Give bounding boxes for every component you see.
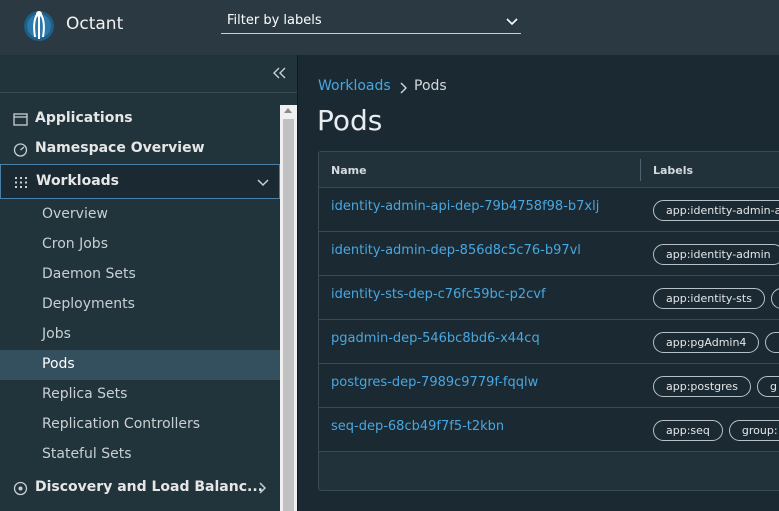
chevron-down-icon — [257, 179, 269, 187]
pod-name-link[interactable]: identity-admin-api-dep-79b4758f98-b7xlj — [331, 199, 599, 214]
app-title: Octant — [66, 14, 124, 34]
label-chips: app:seq group: — [653, 420, 779, 441]
label-chip[interactable]: app:identity-admin — [653, 244, 779, 265]
window-icon — [13, 113, 28, 126]
table-row: pgadmin-dep-546bc8bd6-x44cq app:pgAdmin4 — [319, 320, 779, 364]
table-row: seq-dep-68cb49f7f5-t2kbn app:seq group: — [319, 408, 779, 452]
breadcrumb-workloads-link[interactable]: Workloads — [318, 78, 391, 94]
sidebar-item-label: Workloads — [36, 173, 119, 189]
label-chips: app:postgres g — [653, 376, 779, 397]
grid-icon — [15, 177, 27, 188]
column-header-name[interactable]: Name — [331, 164, 367, 177]
octant-logo-icon[interactable] — [22, 7, 56, 45]
sidebar-item-discovery[interactable]: Discovery and Load Balanc... — [0, 473, 280, 503]
sidebar-subitem-jobs[interactable]: Jobs — [0, 320, 280, 350]
sidebar-subitem-label: Replication Controllers — [42, 416, 201, 432]
sidebar-divider — [0, 92, 297, 93]
pod-name-link[interactable]: seq-dep-68cb49f7f5-t2kbn — [331, 419, 504, 434]
sidebar-item-label: Applications — [35, 110, 133, 126]
sidebar-subitem-cron-jobs[interactable]: Cron Jobs — [0, 230, 280, 260]
label-chips: app:pgAdmin4 — [653, 332, 779, 353]
network-icon — [13, 481, 28, 496]
sidebar-item-workloads[interactable]: Workloads — [0, 164, 280, 199]
sidebar-subitem-deployments[interactable]: Deployments — [0, 290, 280, 320]
table-row: identity-admin-api-dep-79b4758f98-b7xlj a… — [319, 188, 779, 232]
sidebar-subitem-label: Cron Jobs — [42, 236, 108, 252]
sidebar-subitem-label: Jobs — [42, 326, 71, 342]
sidebar-item-namespace-overview[interactable]: Namespace Overview — [0, 134, 280, 164]
dashboard-icon — [13, 143, 28, 157]
sidebar-subitem-replication-controllers[interactable]: Replication Controllers — [0, 410, 280, 440]
chevron-right-icon — [259, 482, 267, 494]
pod-name-link[interactable]: identity-sts-dep-c76fc59bc-p2cvf — [331, 287, 546, 302]
page-title: Pods — [317, 104, 383, 137]
table-row: identity-admin-dep-856d8c5c76-b97vl app:i… — [319, 232, 779, 276]
table-row: identity-sts-dep-c76fc59bc-p2cvf app:iden… — [319, 276, 779, 320]
scroll-up-arrow-icon[interactable] — [284, 108, 292, 113]
sidebar-subitem-overview[interactable]: Overview — [0, 200, 280, 230]
label-chip[interactable]: group: — [728, 420, 779, 441]
label-chip[interactable] — [770, 288, 779, 309]
label-chip[interactable]: g — [756, 376, 779, 397]
label-chip[interactable] — [765, 332, 779, 353]
label-chip[interactable]: app:identity-admin-a — [653, 200, 779, 221]
label-filter-dropdown[interactable]: Filter by labels — [221, 11, 521, 34]
label-chips: app:identity-sts — [653, 288, 779, 309]
sidebar-item-label: Namespace Overview — [35, 140, 205, 156]
pod-name-link[interactable]: identity-admin-dep-856d8c5c76-b97vl — [331, 243, 581, 258]
scrollbar-thumb[interactable] — [283, 119, 294, 511]
table-footer — [319, 452, 779, 490]
sidebar-item-label: Discovery and Load Balanc... — [35, 479, 263, 495]
table-header: Name Labels — [319, 152, 779, 188]
sidebar-subitem-replica-sets[interactable]: Replica Sets — [0, 380, 280, 410]
collapse-sidebar-icon[interactable] — [271, 66, 287, 80]
pod-name-link[interactable]: postgres-dep-7989c9779f-fqqlw — [331, 375, 538, 390]
pod-name-link[interactable]: pgadmin-dep-546bc8bd6-x44cq — [331, 331, 540, 346]
pods-table: Name Labels identity-admin-api-dep-79b47… — [318, 151, 779, 491]
breadcrumb-current: Pods — [414, 78, 447, 94]
sidebar-item-applications[interactable]: Applications — [0, 104, 280, 134]
column-header-labels[interactable]: Labels — [653, 164, 693, 177]
top-header: Octant Filter by labels — [0, 0, 779, 55]
sidebar-subitem-label: Pods — [42, 356, 75, 372]
label-chip[interactable]: app:postgres — [653, 376, 751, 397]
sidebar-subitem-label: Deployments — [42, 296, 135, 312]
label-chip[interactable]: app:identity-sts — [653, 288, 765, 309]
sidebar-subitem-label: Replica Sets — [42, 386, 128, 402]
sidebar: Applications Namespace Overview Workload… — [0, 55, 298, 511]
label-chips: app:identity-admin — [653, 244, 779, 265]
label-chips: app:identity-admin-a — [653, 200, 779, 221]
sidebar-subitem-label: Overview — [42, 206, 108, 222]
sidebar-subitem-stateful-sets[interactable]: Stateful Sets — [0, 440, 280, 470]
sidebar-subitem-label: Daemon Sets — [42, 266, 136, 282]
label-chip[interactable]: app:pgAdmin4 — [653, 332, 760, 353]
sidebar-scrollbar[interactable] — [280, 105, 297, 511]
chevron-down-icon — [506, 18, 518, 26]
table-row: postgres-dep-7989c9779f-fqqlw app:postgre… — [319, 364, 779, 408]
label-filter-text: Filter by labels — [227, 13, 322, 28]
chevron-right-icon — [400, 82, 407, 94]
breadcrumb: Workloads Pods — [318, 78, 447, 94]
sidebar-subitem-pods[interactable]: Pods — [0, 350, 280, 380]
column-divider — [640, 159, 641, 181]
sidebar-subitem-label: Stateful Sets — [42, 446, 132, 462]
sidebar-subitem-daemon-sets[interactable]: Daemon Sets — [0, 260, 280, 290]
label-chip[interactable]: app:seq — [653, 420, 723, 441]
main-content: Workloads Pods Pods Name Labels identity… — [299, 55, 779, 511]
